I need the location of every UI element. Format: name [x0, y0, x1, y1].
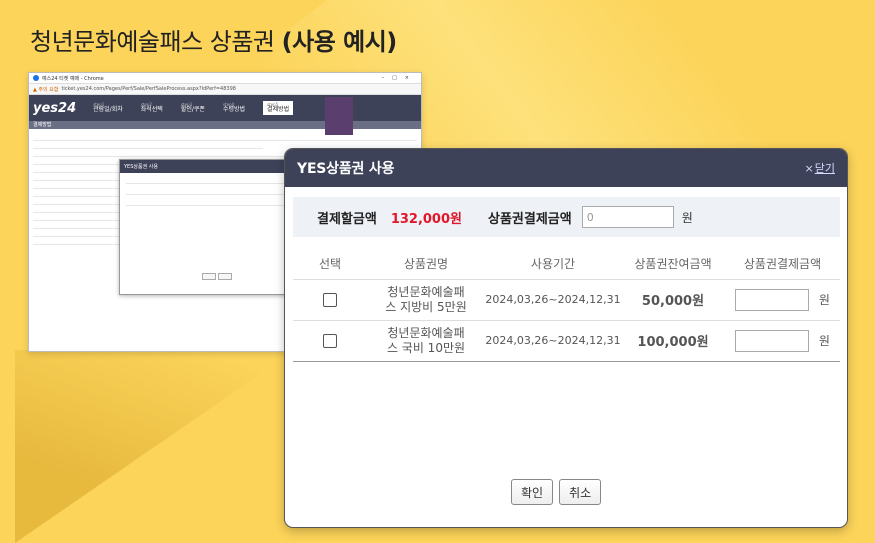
voucher-table: 선택 상품권명 사용기간 상품권잔여금액 상품권결제금액 청년문화예술패 스 지방…	[293, 249, 840, 362]
column-header-balance: 상품권잔여금액	[621, 249, 725, 280]
close-button[interactable]: × 닫기	[805, 160, 835, 176]
yes24-logo: yes24	[33, 100, 77, 116]
table-row: 청년문화예술패 스 국비 10만원 2024,03,26~2024,12,31 1…	[293, 320, 840, 362]
chrome-icon	[33, 75, 39, 81]
column-header-pay-amount: 상품권결제금액	[725, 249, 840, 280]
voucher-dialog: YES상품권 사용 × 닫기 결제할금액 132,000원 상품권결제금액 0 …	[284, 148, 848, 528]
url-warning: ▲ 주의 요함	[33, 86, 59, 93]
voucher-payment-label: 상품권결제금액	[487, 211, 572, 227]
background-step-5: step5 결제방법	[263, 100, 294, 116]
voucher-amount-unit: 원	[818, 293, 830, 307]
cancel-button[interactable]: 취소	[559, 479, 602, 505]
background-step-2: step2 좌석선택	[140, 101, 163, 113]
background-urlbar: ▲ 주의 요함 ticket.yes24.com/Pages/Perf/Sale…	[29, 84, 421, 95]
window-controls-icon: –□×	[381, 75, 417, 81]
voucher-period: 2024,03,26~2024,12,31	[485, 320, 621, 362]
page-title: 청년문화예술패스 상품권 (사용 예시)	[30, 22, 397, 57]
background-step-1: step1 관람일/회차	[93, 101, 123, 113]
column-header-select: 선택	[293, 249, 367, 280]
background-step-4: step4 수령방법	[222, 101, 246, 113]
voucher-name: 청년문화예술패 스 지방비 5만원	[367, 279, 485, 321]
voucher-balance: 100,000원	[621, 320, 725, 362]
payment-amount-label: 결제할금액	[317, 211, 377, 227]
confirm-button[interactable]: 확인	[511, 479, 554, 505]
background-voucher-popup: YES상품권 사용	[119, 159, 297, 295]
voucher-checkbox-1[interactable]	[323, 292, 337, 307]
voucher-amount-input-2[interactable]	[735, 329, 810, 352]
payment-summary: 결제할금액 132,000원 상품권결제금액 0 원	[293, 197, 840, 237]
background-shadow	[15, 350, 295, 543]
voucher-amount-unit: 원	[818, 334, 830, 348]
background-section-bar: 결제방법	[29, 121, 421, 129]
table-row: 청년문화예술패 스 지방비 5만원 2024,03,26~2024,12,31 5…	[293, 279, 840, 321]
voucher-checkbox-2[interactable]	[323, 333, 337, 348]
close-label: 닫기	[814, 162, 835, 175]
voucher-balance: 50,000원	[621, 279, 725, 321]
voucher-payment-field[interactable]: 0	[581, 206, 674, 228]
background-poster-image	[325, 97, 353, 135]
voucher-payment-currency: 원	[681, 210, 693, 225]
background-window-title: 예스24 티켓 예매 - Chrome	[42, 75, 104, 82]
background-step-nav: yes24 step1 관람일/회차 step2 좌석선택 step3 할인/쿠폰 s…	[29, 95, 421, 121]
dialog-header: YES상품권 사용 × 닫기	[285, 149, 847, 187]
dialog-title: YES상품권 사용	[297, 161, 395, 177]
page-title-main: 청년문화예술패스 상품권	[30, 28, 275, 56]
payment-amount-value: 132,000원	[390, 211, 462, 227]
page-title-suffix: (사용 예시)	[281, 28, 398, 56]
background-url: ticket.yes24.com/Pages/Perf/Sale/PerfSal…	[61, 86, 236, 92]
background-titlebar: 예스24 티켓 예매 - Chrome –□×	[29, 73, 421, 84]
column-header-period: 사용기간	[485, 249, 621, 280]
background-step-3: step3 할인/쿠폰	[180, 101, 205, 113]
table-header-row: 선택 상품권명 사용기간 상품권잔여금액 상품권결제금액	[293, 249, 840, 280]
voucher-amount-input-1[interactable]	[735, 288, 810, 311]
dialog-buttons: 확인 취소	[511, 479, 602, 505]
voucher-period: 2024,03,26~2024,12,31	[485, 279, 621, 321]
background-popup-title: YES상품권 사용	[120, 160, 296, 173]
voucher-name: 청년문화예술패 스 국비 10만원	[367, 320, 485, 362]
close-icon: ×	[804, 161, 814, 175]
column-header-name: 상품권명	[367, 249, 485, 280]
